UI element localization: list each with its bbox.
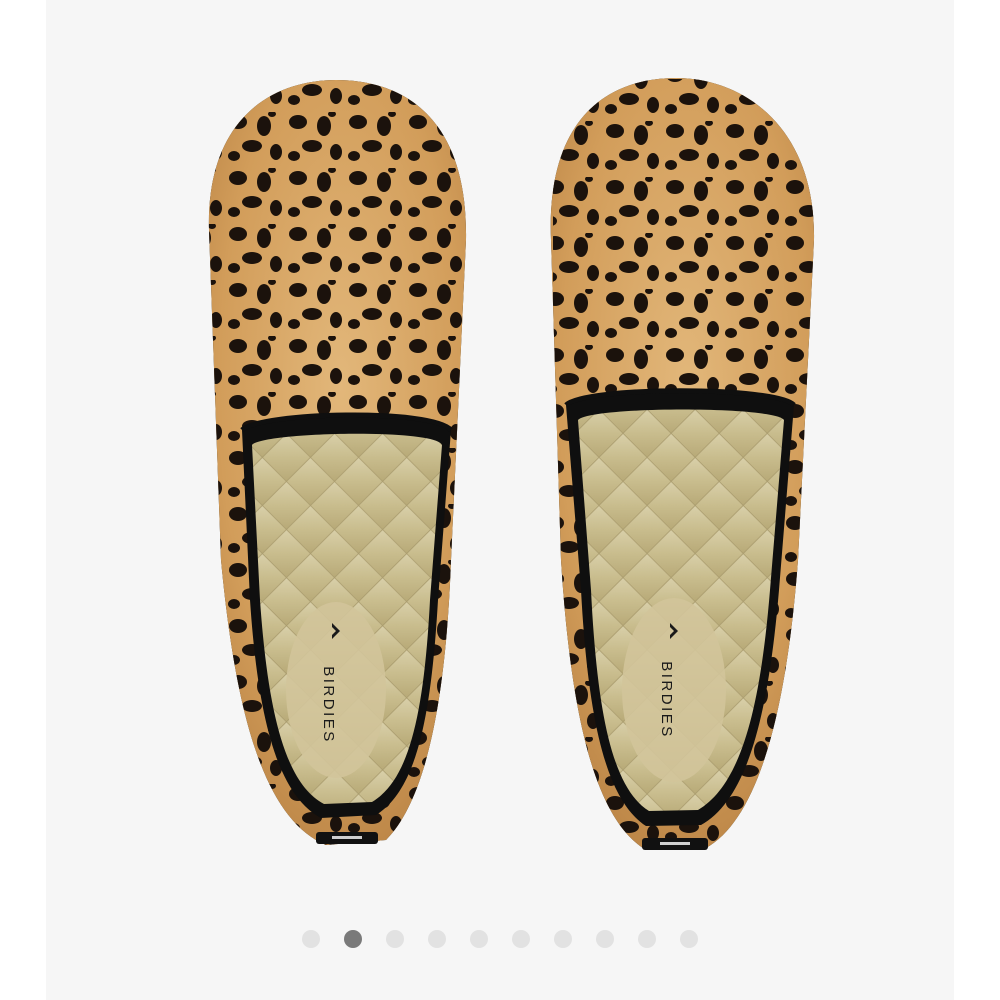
carousel-dot-9[interactable] [638, 930, 656, 948]
right-insole-brand: BIRDIES [658, 661, 675, 739]
left-insole-brand: BIRDIES [320, 666, 337, 744]
left-margin [0, 0, 46, 1000]
carousel-dot-4[interactable] [428, 930, 446, 948]
carousel-dot-6[interactable] [512, 930, 530, 948]
carousel-dot-7[interactable] [554, 930, 572, 948]
left-shoe: BIRDIES [208, 80, 467, 845]
carousel-dot-5[interactable] [470, 930, 488, 948]
carousel-dot-8[interactable] [596, 930, 614, 948]
carousel-pagination [46, 929, 954, 949]
carousel-dot-2[interactable] [344, 930, 362, 948]
carousel-dot-3[interactable] [386, 930, 404, 948]
leopard-loafers-illustration: BIRDIES BIRDIES [208, 78, 815, 850]
right-shoe: BIRDIES [550, 78, 815, 850]
carousel-dot-1[interactable] [302, 930, 320, 948]
product-image[interactable]: BIRDIES BIRDIES [46, 0, 954, 900]
product-image-carousel[interactable]: BIRDIES BIRDIES [46, 0, 954, 1000]
carousel-dot-10[interactable] [680, 930, 698, 948]
right-margin [954, 0, 1000, 1000]
